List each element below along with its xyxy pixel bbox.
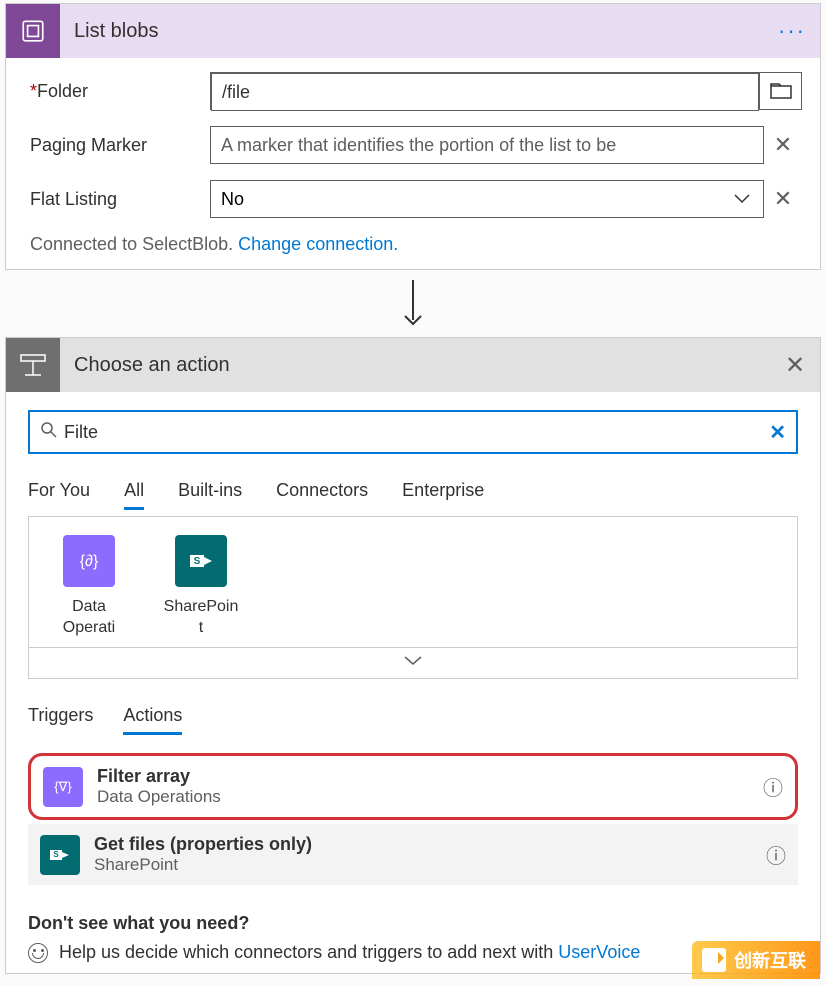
- svg-text:S: S: [194, 556, 201, 567]
- flat-value: No: [211, 189, 721, 210]
- search-input[interactable]: [64, 422, 769, 443]
- folder-input[interactable]: [211, 73, 759, 111]
- action-text: Get files (properties only) SharePoint: [94, 834, 766, 875]
- watermark-icon: [702, 948, 726, 972]
- search-box: ✕: [28, 410, 798, 454]
- card-header: List blobs ···: [6, 4, 820, 58]
- choose-action-card: Choose an action ✕ ✕ For You All Built-i…: [5, 337, 821, 974]
- svg-text:S: S: [53, 850, 59, 859]
- tab-for-you[interactable]: For You: [28, 480, 90, 510]
- change-connection-link[interactable]: Change connection.: [238, 234, 398, 254]
- folder-field: [210, 72, 802, 110]
- data-operations-icon: {∇}: [43, 767, 83, 807]
- action-text: Filter array Data Operations: [97, 766, 763, 807]
- expand-connectors-icon[interactable]: [29, 647, 797, 678]
- smiley-icon: [28, 943, 48, 963]
- svg-text:{∂}: {∂}: [80, 553, 99, 570]
- connector-panel: {∂} Data Operati S SharePoin t: [28, 516, 798, 679]
- tab-enterprise[interactable]: Enterprise: [402, 480, 484, 510]
- chevron-down-icon: [721, 194, 763, 204]
- paging-input[interactable]: [210, 126, 764, 164]
- paging-row: Paging Marker ✕: [30, 126, 802, 164]
- more-icon[interactable]: ···: [778, 18, 820, 44]
- connector-grid: {∂} Data Operati S SharePoin t: [29, 517, 797, 647]
- action-filter-array[interactable]: {∇} Filter array Data Operations ⓘ: [28, 753, 798, 820]
- clear-flat-icon[interactable]: ✕: [764, 186, 802, 212]
- search-icon: [40, 421, 58, 444]
- tab-connectors[interactable]: Connectors: [276, 480, 368, 510]
- flat-label: Flat Listing: [30, 189, 210, 210]
- tab-actions[interactable]: Actions: [123, 705, 182, 735]
- connected-text: Connected to SelectBlob. Change connecti…: [30, 234, 802, 255]
- tab-built-ins[interactable]: Built-ins: [178, 480, 242, 510]
- category-tabs: For You All Built-ins Connectors Enterpr…: [28, 480, 798, 510]
- folder-label: *Folder: [30, 81, 210, 102]
- connector-data-operations[interactable]: {∂} Data Operati: [49, 535, 129, 639]
- card2-body: ✕ For You All Built-ins Connectors Enter…: [6, 392, 820, 973]
- card2-title: Choose an action: [60, 354, 770, 377]
- blob-icon: [6, 4, 60, 58]
- action-list: {∇} Filter array Data Operations ⓘ S Get…: [28, 753, 798, 885]
- clear-paging-icon[interactable]: ✕: [764, 132, 802, 158]
- action-get-files[interactable]: S Get files (properties only) SharePoint…: [28, 824, 798, 885]
- footer-help-line: Help us decide which connectors and trig…: [28, 942, 798, 963]
- clear-search-icon[interactable]: ✕: [769, 420, 786, 445]
- svg-text:{∇}: {∇}: [54, 779, 72, 794]
- uservoice-link[interactable]: UserVoice: [558, 942, 640, 962]
- action-icon: [6, 338, 60, 392]
- close-icon[interactable]: ✕: [770, 351, 820, 380]
- tab-all[interactable]: All: [124, 480, 144, 510]
- sharepoint-icon: S: [175, 535, 227, 587]
- info-icon[interactable]: ⓘ: [766, 840, 786, 869]
- folder-row: *Folder: [30, 72, 802, 110]
- tab-triggers[interactable]: Triggers: [28, 705, 93, 735]
- data-operations-icon: {∂}: [63, 535, 115, 587]
- trigger-action-tabs: Triggers Actions: [28, 705, 798, 735]
- flat-row: Flat Listing No ✕: [30, 180, 802, 218]
- info-icon[interactable]: ⓘ: [763, 772, 783, 801]
- paging-label: Paging Marker: [30, 135, 210, 156]
- card-title: List blobs: [60, 20, 778, 43]
- flat-select[interactable]: No: [210, 180, 764, 218]
- flow-arrow-icon: [0, 280, 826, 331]
- list-blobs-card: List blobs ··· *Folder Paging Marker ✕: [5, 3, 821, 270]
- card-body: *Folder Paging Marker ✕ Flat Listing: [6, 58, 820, 269]
- footer-question: Don't see what you need?: [28, 913, 798, 934]
- card2-header: Choose an action ✕: [6, 338, 820, 392]
- connector-sharepoint[interactable]: S SharePoin t: [161, 535, 241, 639]
- footer-help: Don't see what you need? Help us decide …: [28, 913, 798, 963]
- folder-picker-icon[interactable]: [759, 73, 801, 109]
- sharepoint-icon: S: [40, 835, 80, 875]
- watermark: 创新互联: [692, 941, 820, 979]
